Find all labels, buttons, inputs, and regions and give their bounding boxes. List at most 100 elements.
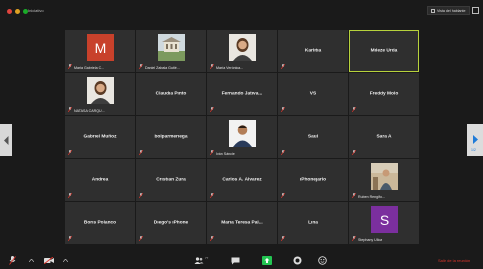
participant-tile[interactable]: Carlos A. Álvarez [207, 159, 277, 201]
participant-name: Maria Teresa Pal... [221, 220, 263, 226]
participant-tile[interactable]: Cristian Zura [136, 159, 206, 201]
participant-name: iPhonejarlo [299, 177, 327, 183]
participant-name: Gabriel Muñoz [83, 134, 117, 140]
participant-tile[interactable]: Saul [278, 116, 348, 158]
participant-tile[interactable]: M Maria Gabriela C... [65, 30, 135, 72]
window-title: Iniciativo [28, 8, 44, 13]
participant-name: Andrea [91, 177, 109, 183]
video-options-button[interactable] [63, 256, 68, 265]
mute-button[interactable] [9, 256, 16, 265]
microphone-muted-icon [210, 150, 214, 155]
microphone-muted-icon [352, 107, 356, 112]
participant-tile[interactable]: Daniel Zabala Gutié... [136, 30, 206, 72]
participant-label: Maria Gabriela C... [74, 66, 105, 70]
microphone-muted-icon [281, 107, 285, 112]
avatar [229, 120, 256, 147]
participants-button[interactable]: 77 [194, 256, 208, 265]
microphone-muted-icon [68, 107, 72, 112]
participant-tile[interactable]: Boris Polanco [65, 202, 135, 244]
microphone-muted-icon [281, 150, 285, 155]
participant-tile[interactable]: Fernando Jativa... [207, 73, 277, 115]
participant-name: Carlos A. Álvarez [222, 177, 262, 183]
share-screen-button[interactable] [262, 256, 272, 265]
participant-tile[interactable]: bolparmeriega [136, 116, 206, 158]
audio-options-button[interactable] [29, 256, 34, 265]
avatar [87, 77, 114, 104]
chevron-up-icon [63, 259, 68, 262]
reactions-button[interactable] [318, 256, 327, 265]
participant-name: Claudia Pinto [155, 91, 187, 97]
participant-label: Stephany Ulloa [358, 238, 383, 242]
microphone-muted-icon [139, 193, 143, 198]
participant-tile[interactable]: Maria Teresa Pal... [207, 202, 277, 244]
microphone-muted-icon [68, 193, 72, 198]
participant-tile[interactable]: Freddy Molo [349, 73, 419, 115]
participant-tile[interactable]: Iván Sáncie [207, 116, 277, 158]
participant-tile[interactable]: Lina [278, 202, 348, 244]
participant-tile[interactable]: María Verónica... [207, 30, 277, 72]
participant-name: Sara A [376, 134, 392, 140]
participant-tile[interactable]: Claudia Pinto [136, 73, 206, 115]
participant-name: VS [309, 91, 317, 97]
zoom-window: Iniciativo Vista del hablante 1/2 M Maria… [0, 0, 483, 269]
participant-tile[interactable]: S Stephany Ulloa [349, 202, 419, 244]
avatar: S [371, 206, 398, 233]
avatar: M [87, 34, 114, 61]
chevron-right-icon [473, 135, 478, 144]
participant-tile[interactable]: VS [278, 73, 348, 115]
participant-label: María Verónica... [216, 66, 244, 70]
microphone-muted-icon [352, 193, 356, 198]
participant-tile[interactable]: Ruben Rengifo... [349, 159, 419, 201]
fullscreen-icon[interactable] [472, 7, 479, 14]
participant-name: Boris Polanco [83, 220, 117, 226]
microphone-muted-icon [352, 150, 356, 155]
reactions-icon [318, 256, 327, 265]
microphone-muted-icon [210, 193, 214, 198]
microphone-muted-icon [352, 236, 356, 241]
microphone-muted-icon [139, 236, 143, 241]
gallery-grid: M Maria Gabriela C... Daniel Zabala Gutié.… [65, 30, 419, 246]
microphone-muted-icon [139, 64, 143, 69]
title-bar: Iniciativo Vista del hablante [0, 0, 483, 22]
participant-name: bolparmeriega [154, 134, 188, 140]
participant-name: Fernando Jativa... [221, 91, 263, 97]
next-page-button[interactable]: 1/2 [467, 124, 483, 156]
chat-button[interactable] [231, 256, 240, 265]
microphone-muted-icon [210, 64, 214, 69]
microphone-muted-icon [281, 236, 285, 241]
minimize-window-button[interactable] [15, 9, 20, 14]
participant-label: Ruben Rengifo... [358, 195, 385, 199]
avatar [371, 163, 398, 190]
close-window-button[interactable] [7, 9, 12, 14]
microphone-muted-icon [68, 64, 72, 69]
microphone-muted-icon [68, 150, 72, 155]
participants-count: 77 [205, 256, 209, 260]
participant-tile[interactable]: Karlitia [278, 30, 348, 72]
leave-meeting-button[interactable]: Salir de la reunión [438, 258, 470, 263]
participant-tile[interactable]: Gabriel Muñoz [65, 116, 135, 158]
grid-view-icon [431, 8, 435, 13]
participant-tile[interactable]: Andrea [65, 159, 135, 201]
microphone-muted-icon [281, 64, 285, 69]
participants-icon [194, 257, 204, 264]
chevron-left-icon [3, 135, 8, 145]
microphone-muted-icon [210, 107, 214, 112]
participant-label: Daniel Zabala Gutié... [145, 66, 180, 70]
speaker-view-button[interactable]: Vista del hablante [427, 6, 470, 15]
video-button[interactable] [44, 256, 54, 265]
participant-tile[interactable]: iPhonejarlo [278, 159, 348, 201]
chevron-up-icon [29, 259, 34, 262]
record-icon [293, 256, 302, 265]
participant-tile[interactable]: Diego's iPhone [136, 202, 206, 244]
record-button[interactable] [293, 256, 302, 265]
participant-tile[interactable]: NATASA CARQU... [65, 73, 135, 115]
participant-label: NATASA CARQU... [74, 109, 105, 113]
participant-name: Mileze Urda [370, 48, 398, 54]
participant-name: Cristian Zura [156, 177, 186, 183]
microphone-muted-icon [139, 150, 143, 155]
participant-tile[interactable]: Sara A [349, 116, 419, 158]
participant-name: Diego's iPhone [153, 220, 189, 226]
participant-tile[interactable]: Mileze Urda [349, 30, 419, 72]
previous-page-button[interactable] [0, 124, 12, 156]
video-muted-icon [44, 257, 54, 264]
